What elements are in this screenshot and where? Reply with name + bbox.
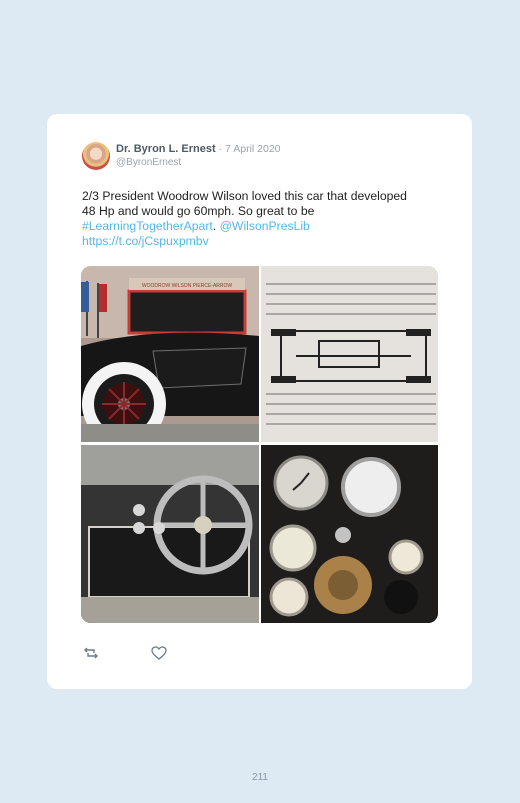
author-handle[interactable]: @ByronErnest <box>116 157 181 168</box>
tweet-card: Dr. Byron L. Ernest · 7 April 2020 @Byron… <box>47 114 472 689</box>
tweet-text: 2/3 President Woodrow Wilson loved this … <box>82 189 422 249</box>
tweet-header: Dr. Byron L. Ernest · 7 April 2020 @Byron… <box>82 142 462 172</box>
mention-link[interactable]: @WilsonPresLib <box>220 219 310 233</box>
photo-caption: WOODROW WILSON PIERCE-ARROW <box>142 283 233 289</box>
car-wheel-photo[interactable]: WOODROW WILSON PIERCE-ARROW <box>81 266 259 442</box>
author-name[interactable]: Dr. Byron L. Ernest <box>116 143 216 155</box>
heart-icon[interactable] <box>150 644 168 662</box>
page-number: 211 <box>252 772 268 783</box>
tweet-actions <box>82 644 182 662</box>
hashtag-link[interactable]: #LearningTogetherApart <box>82 219 213 233</box>
chassis-diagram-photo[interactable] <box>261 266 438 442</box>
retweet-icon[interactable] <box>82 644 100 662</box>
photo-grid: WOODROW WILSON PIERCE-ARROW <box>81 266 438 623</box>
author-name-line: Dr. Byron L. Ernest · 7 April 2020 <box>116 143 281 155</box>
steering-wheel-photo[interactable] <box>81 445 259 623</box>
tweet-body: 2/3 President Woodrow Wilson loved this … <box>82 189 407 218</box>
tweet-date[interactable]: · 7 April 2020 <box>219 143 281 155</box>
tweet-separator: . <box>212 219 220 233</box>
dashboard-gauges-photo[interactable] <box>261 445 438 623</box>
author-avatar[interactable] <box>82 142 110 170</box>
tweet-url[interactable]: https://t.co/jCspuxpmbv <box>82 234 209 248</box>
